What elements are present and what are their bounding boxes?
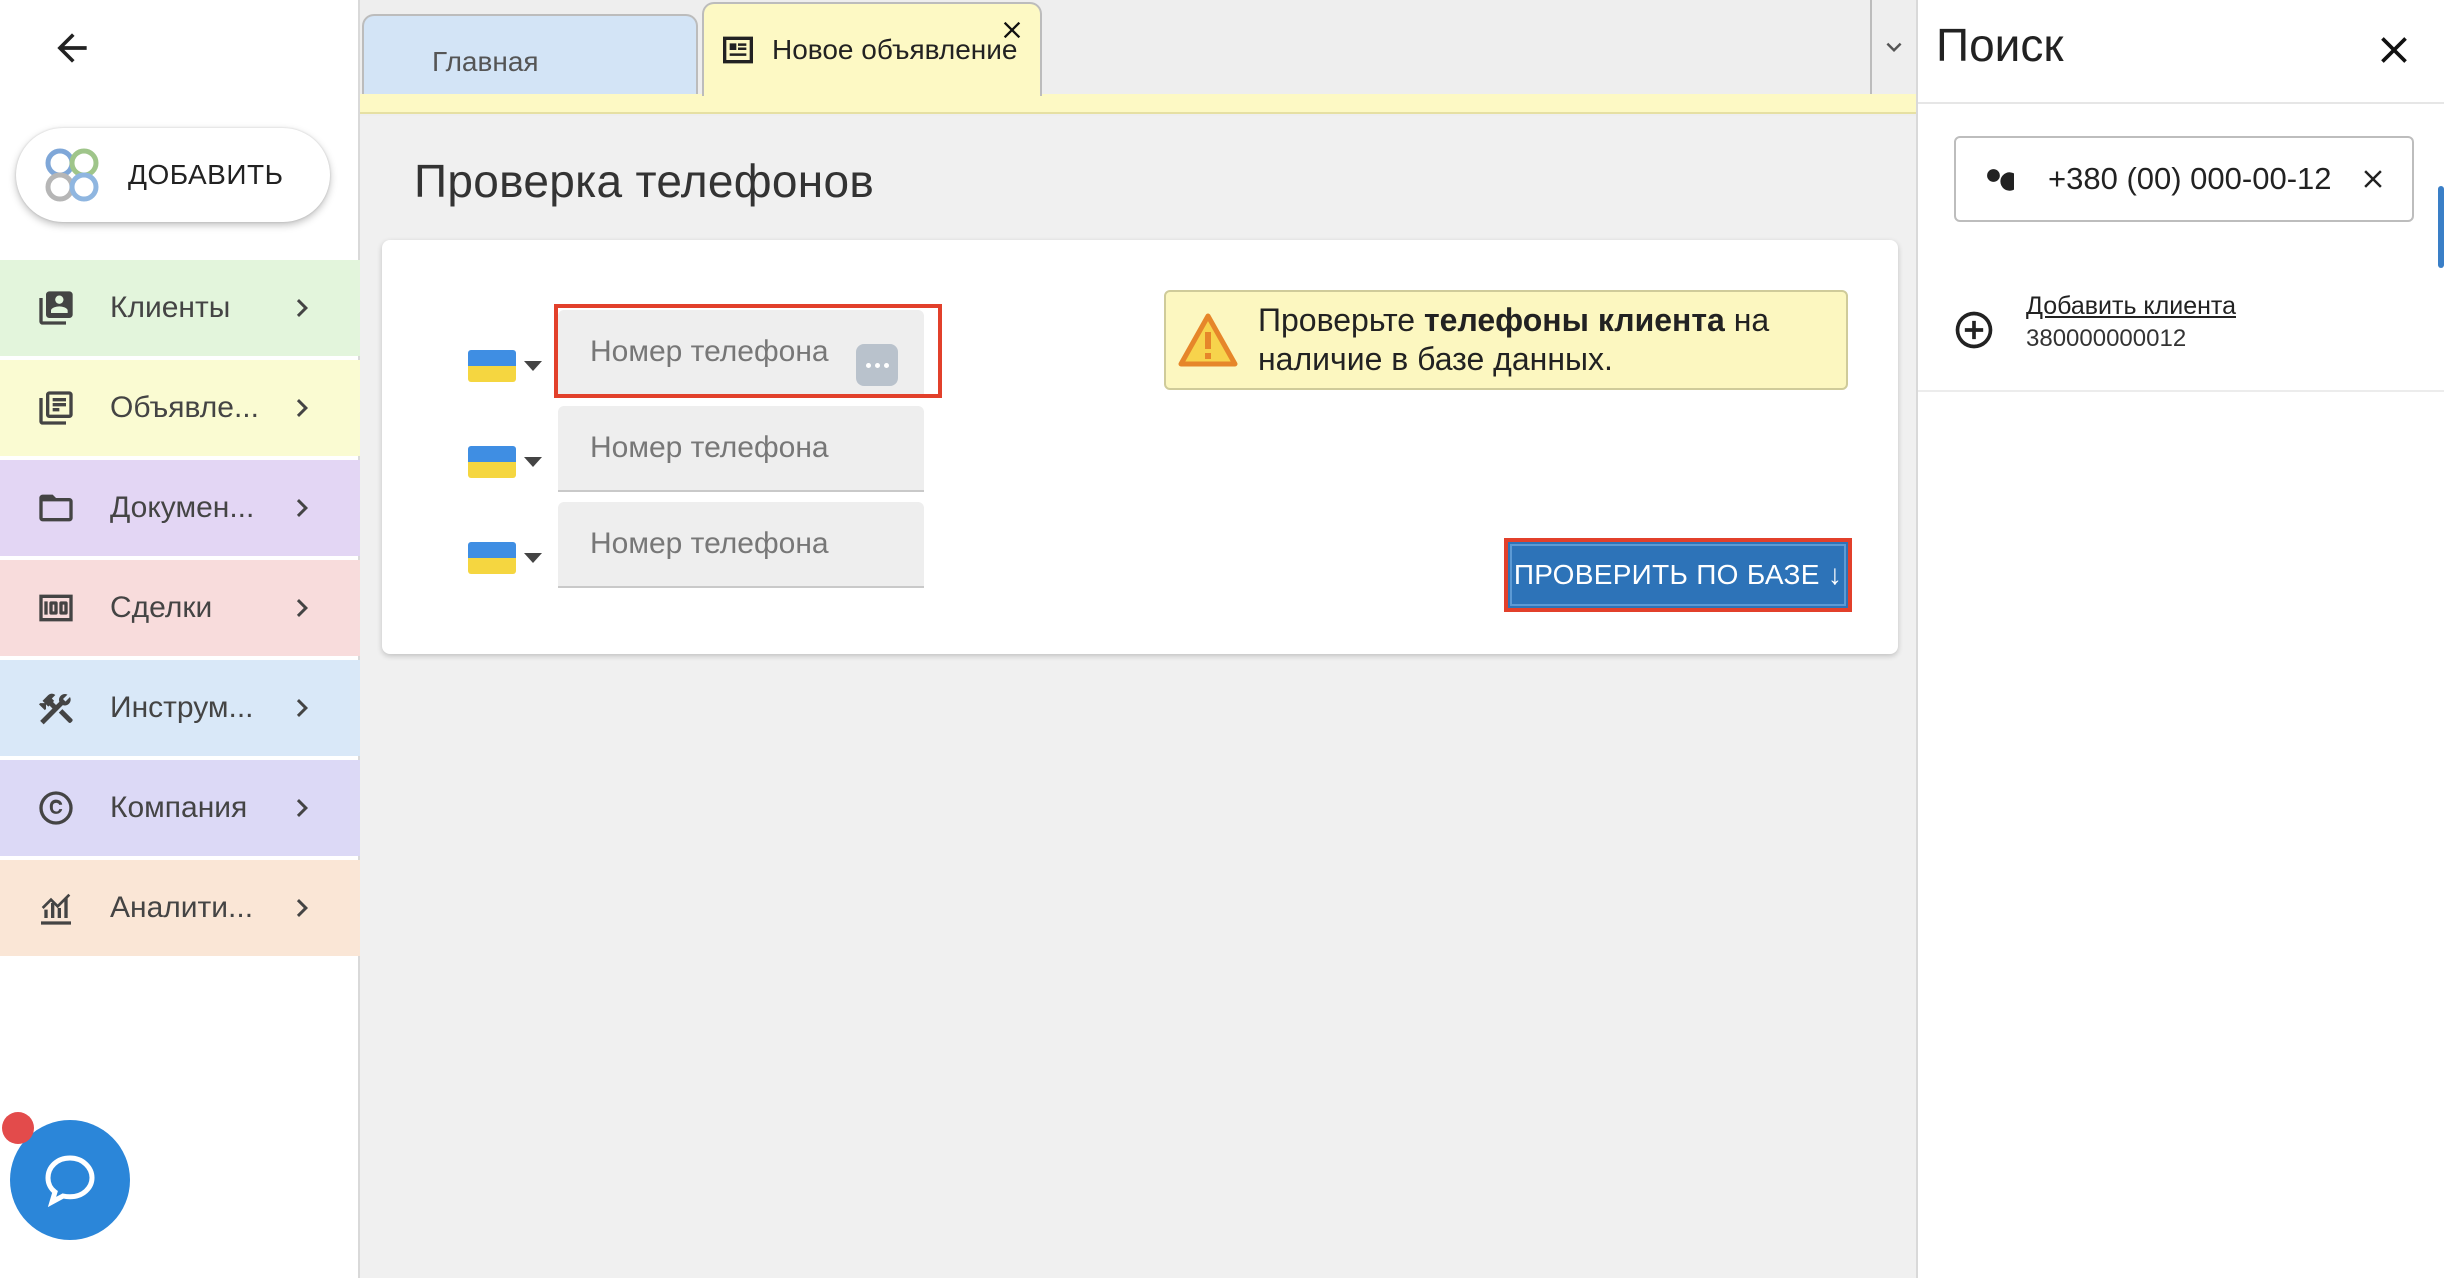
add-client-link[interactable]: Добавить клиента bbox=[2026, 292, 2236, 321]
brand-logo-icon bbox=[45, 148, 99, 202]
divider bbox=[1918, 390, 2444, 392]
search-result: Добавить клиента 380000000012 bbox=[1952, 292, 2236, 353]
search-panel-title: Поиск bbox=[1936, 19, 2064, 71]
country-selector[interactable] bbox=[468, 542, 542, 574]
warning-triangle-icon bbox=[1178, 313, 1238, 367]
tab-home[interactable]: Главная bbox=[362, 14, 698, 94]
chat-bubble-icon bbox=[45, 1155, 95, 1208]
tab-home-label: Главная bbox=[432, 46, 539, 77]
close-icon[interactable] bbox=[2372, 28, 2416, 72]
sidebar-item-company[interactable]: Компания bbox=[0, 760, 360, 856]
sidebar-item-label: Докумен... bbox=[110, 491, 255, 524]
clients-icon bbox=[32, 284, 80, 332]
search-input[interactable] bbox=[2048, 149, 2338, 209]
search-panel-header: Поиск bbox=[1918, 0, 2444, 104]
sidebar-item-label: Объявле... bbox=[110, 391, 259, 424]
result-phone-number: 380000000012 bbox=[2026, 325, 2187, 352]
deals-icon bbox=[32, 584, 80, 632]
chevron-right-icon bbox=[296, 899, 308, 917]
sidebar-item-label: Компания bbox=[110, 791, 248, 824]
caret-down-icon bbox=[524, 457, 542, 467]
add-button[interactable]: ДОБАВИТЬ bbox=[16, 128, 330, 222]
sidebar-item-analytics[interactable]: Аналити... bbox=[0, 860, 360, 956]
sidebar-item-clients[interactable]: Клиенты bbox=[0, 260, 360, 356]
chevron-right-icon bbox=[296, 799, 308, 817]
tabs-dropdown-button[interactable] bbox=[1870, 0, 1916, 94]
phone-input-2[interactable] bbox=[558, 406, 924, 492]
sidebar-item-label: Клиенты bbox=[110, 291, 231, 324]
tab-new-listing[interactable]: Новое объявление bbox=[702, 2, 1042, 96]
tools-icon bbox=[32, 684, 80, 732]
search-result-text: Добавить клиента 380000000012 bbox=[2026, 292, 2236, 353]
chevron-down-icon bbox=[1886, 42, 1902, 52]
sidebar-item-label: Инструм... bbox=[110, 691, 254, 724]
tab-bar: Главная Новое объявление bbox=[360, 0, 1916, 116]
sidebar-item-tools[interactable]: Инструм... bbox=[0, 660, 360, 756]
ukraine-flag-icon bbox=[468, 542, 516, 574]
chevron-right-icon bbox=[296, 299, 308, 317]
arrow-left-icon bbox=[57, 33, 87, 63]
copyright-icon bbox=[32, 784, 80, 832]
check-database-button[interactable]: ПРОВЕРИТЬ ПО БАЗЕ ↓ bbox=[1504, 538, 1852, 612]
warning-text: Проверьте телефоны клиента на наличие в … bbox=[1258, 302, 1770, 377]
chevron-right-icon bbox=[296, 699, 308, 717]
password-manager-icon[interactable] bbox=[856, 344, 898, 386]
clear-search-icon[interactable] bbox=[2358, 164, 2388, 194]
chevron-right-icon bbox=[296, 599, 308, 617]
caret-down-icon bbox=[524, 553, 542, 563]
tab-new-listing-label: Новое объявление bbox=[772, 34, 1018, 65]
search-panel: Поиск Добавить клиента 380000000012 bbox=[1916, 0, 2444, 1278]
chevron-right-icon bbox=[296, 399, 308, 417]
analytics-icon bbox=[32, 884, 80, 932]
ukraine-flag-icon bbox=[468, 350, 516, 382]
close-tab-icon[interactable] bbox=[998, 16, 1026, 44]
phone-input-3[interactable] bbox=[558, 502, 924, 588]
sidebar-item-label: Сделки bbox=[110, 591, 213, 624]
folder-icon bbox=[32, 484, 80, 532]
add-button-label: ДОБАВИТЬ bbox=[128, 159, 284, 190]
search-icon bbox=[1987, 169, 2014, 191]
sidebar-item-deals[interactable]: Сделки bbox=[0, 560, 360, 656]
sidebar-item-label: Аналити... bbox=[110, 891, 254, 924]
country-selector[interactable] bbox=[468, 446, 542, 478]
page-title: Проверка телефонов bbox=[414, 155, 875, 207]
back-button[interactable] bbox=[46, 22, 98, 74]
check-database-label: ПРОВЕРИТЬ ПО БАЗЕ ↓ bbox=[1510, 544, 1846, 606]
listings-icon bbox=[32, 384, 80, 432]
add-circle-icon[interactable] bbox=[1952, 308, 1996, 352]
warning-message: Проверьте телефоны клиента на наличие в … bbox=[1164, 290, 1848, 390]
listing-icon bbox=[723, 36, 753, 64]
sidebar: ДОБАВИТЬ Клиенты Объявле... Докумен... С… bbox=[0, 0, 360, 1278]
tab-strip bbox=[360, 94, 1916, 114]
notification-dot bbox=[2, 1112, 34, 1144]
scrollbar-thumb[interactable] bbox=[2438, 186, 2444, 268]
country-selector[interactable] bbox=[468, 350, 542, 382]
search-box bbox=[1954, 136, 2414, 222]
chevron-right-icon bbox=[296, 499, 308, 517]
sidebar-item-listings[interactable]: Объявле... bbox=[0, 360, 360, 456]
sidebar-nav: Клиенты Объявле... Докумен... Сделки Инс… bbox=[0, 260, 360, 960]
ukraine-flag-icon bbox=[468, 446, 516, 478]
caret-down-icon bbox=[524, 361, 542, 371]
sidebar-item-documents[interactable]: Докумен... bbox=[0, 460, 360, 556]
